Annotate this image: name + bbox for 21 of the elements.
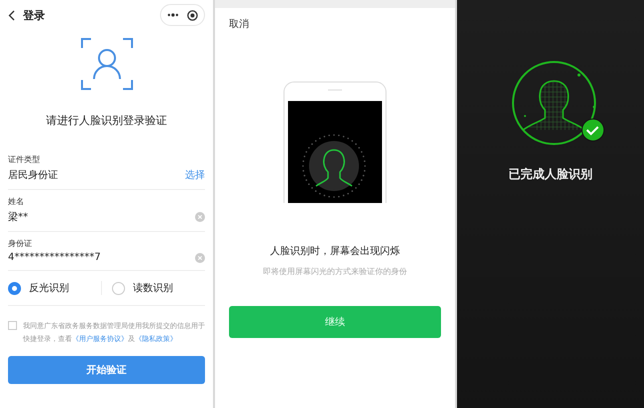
checkbox[interactable] (8, 321, 17, 330)
back-icon[interactable] (8, 10, 15, 20)
field-label: 身份证 (8, 238, 33, 249)
field-label: 证件类型 (8, 154, 41, 165)
field-value[interactable]: 梁** (8, 210, 28, 224)
heading: 请进行人脸识别登录验证 (46, 113, 167, 128)
radio-icon[interactable] (112, 282, 125, 294)
field-label: 姓名 (8, 196, 25, 207)
flash-title: 人脸识别时，屏幕会出现闪烁 (270, 244, 400, 258)
cancel-link[interactable]: 取消 (229, 17, 249, 31)
radio-icon[interactable] (8, 282, 21, 294)
face-scan-icon (80, 38, 132, 90)
close-icon[interactable] (187, 10, 198, 20)
radio-option[interactable]: 读数识别 (101, 281, 205, 295)
flash-subtitle: 即将使用屏幕闪光的方式来验证你的身份 (263, 266, 407, 277)
page-title: 登录 (23, 8, 46, 22)
field-value[interactable]: 4****************7 (8, 252, 101, 263)
success-message: 已完成人脸识别 (508, 166, 592, 183)
radio-option[interactable]: 反光识别 (8, 281, 101, 295)
more-icon[interactable] (167, 13, 179, 17)
field-value[interactable]: 居民身份证 (8, 168, 58, 182)
